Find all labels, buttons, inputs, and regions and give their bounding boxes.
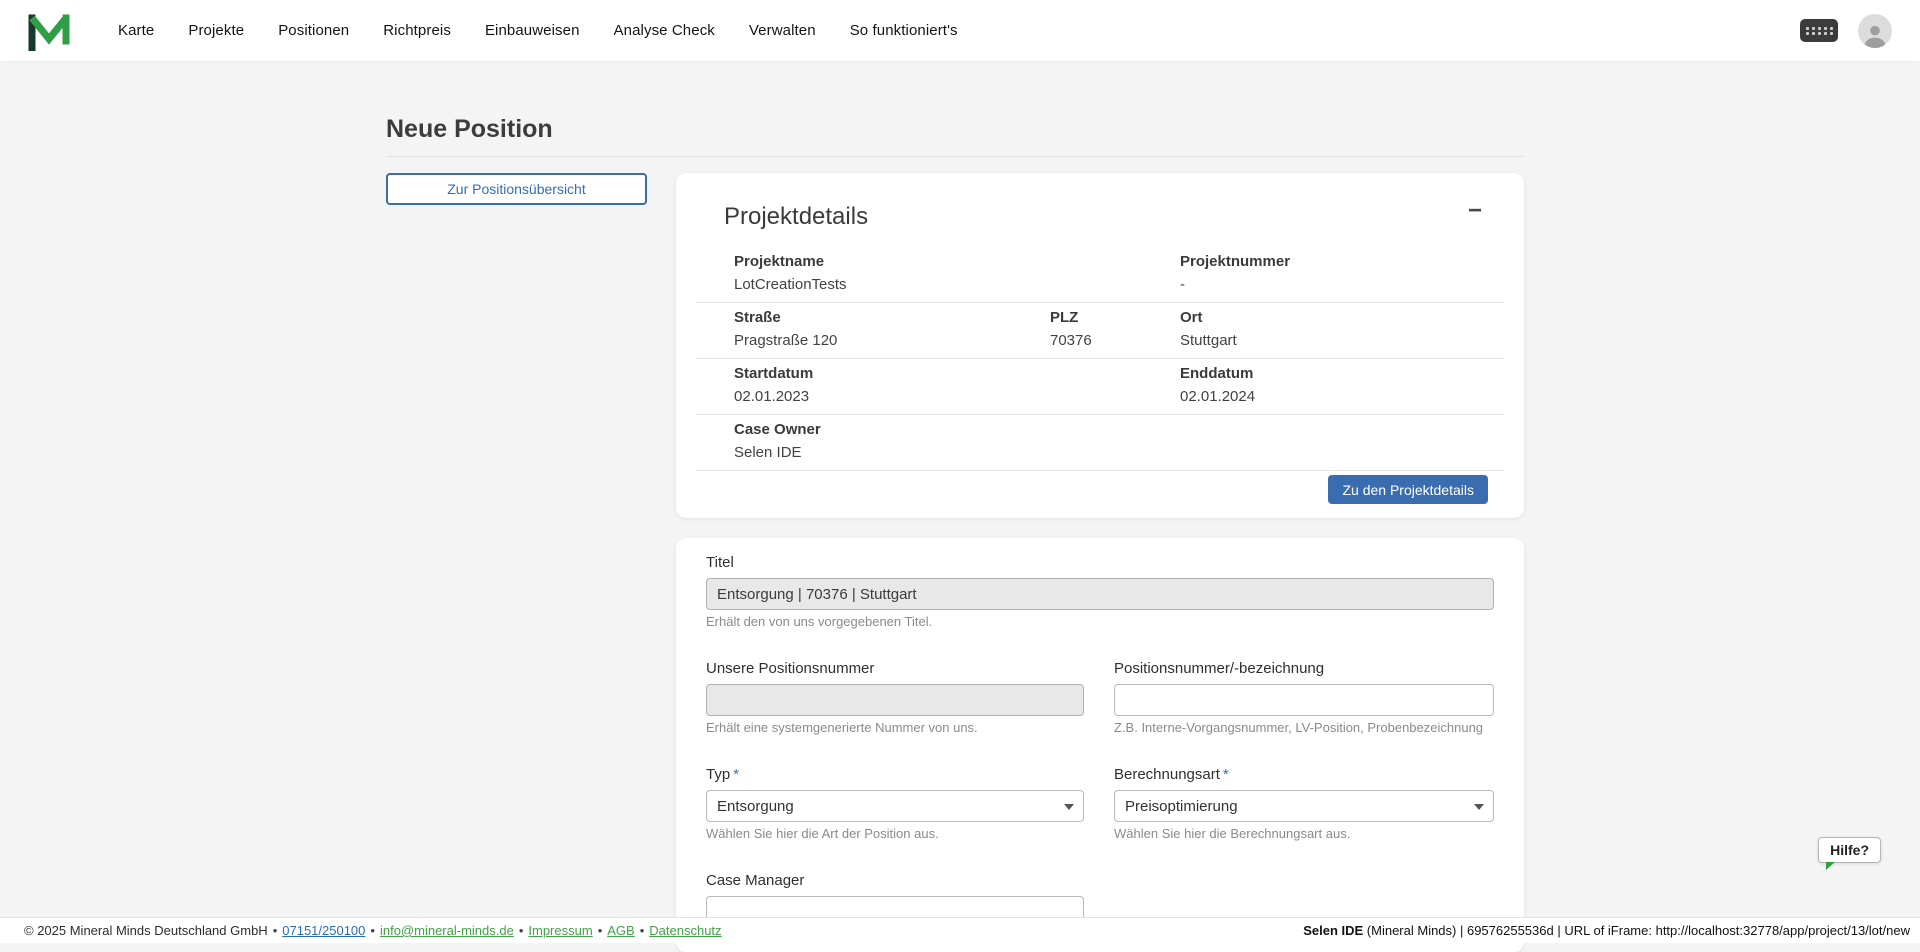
berechnungsart-select-value: Preisoptimierung [1125, 798, 1238, 815]
berechnungsart-select[interactable]: Preisoptimierung [1114, 790, 1494, 822]
table-row: Startdatum 02.01.2023 Enddatum 02.01.202… [696, 359, 1504, 415]
agb-link[interactable]: AGB [607, 923, 634, 938]
titel-input [706, 578, 1494, 610]
nav-item-projekte[interactable]: Projekte [188, 22, 244, 39]
phone-link[interactable]: 07151/250100 [282, 923, 365, 938]
table-row: Case Owner Selen IDE [696, 415, 1504, 471]
field-label: Enddatum [1180, 365, 1504, 383]
keyboard-icon[interactable] [1800, 19, 1838, 42]
help-label: Hilfe? [1830, 842, 1869, 858]
unsere-positionsnummer-helper: Erhält eine systemgenerierte Nummer von … [706, 720, 1084, 736]
nav-item-positionen[interactable]: Positionen [278, 22, 349, 39]
copyright-text: © 2025 Mineral Minds Deutschland GmbH [24, 923, 268, 938]
field-value: - [1180, 275, 1504, 294]
main-nav: Karte Projekte Positionen Richtpreis Ein… [118, 22, 958, 39]
field-label: Startdatum [734, 365, 1050, 383]
page-content: Neue Position Zur Positionsübersicht Pro… [386, 61, 1524, 952]
chevron-down-icon [1064, 804, 1074, 810]
chevron-down-icon [1474, 804, 1484, 810]
field-value: Stuttgart [1180, 331, 1504, 350]
unsere-positionsnummer-label: Unsere Positionsnummer [706, 660, 1084, 678]
nav-item-so-funktionierts[interactable]: So funktioniert's [850, 22, 958, 39]
field-ort: Ort Stuttgart [1180, 309, 1504, 350]
field-plz: PLZ 70376 [1050, 309, 1180, 350]
header-actions [1800, 14, 1892, 48]
typ-helper: Wählen Sie hier die Art der Position aus… [706, 826, 1084, 842]
nav-item-richtpreis[interactable]: Richtpreis [383, 22, 451, 39]
separator-dot: • [519, 923, 524, 938]
back-to-positions-button[interactable]: Zur Positionsübersicht [386, 173, 647, 205]
go-to-project-details-button[interactable]: Zu den Projektdetails [1328, 475, 1488, 504]
field-label: Case Owner [734, 421, 1050, 439]
nav-item-einbauweisen[interactable]: Einbauweisen [485, 22, 580, 39]
field-projektname: Projektname LotCreationTests [734, 253, 1050, 294]
field-label: Projektnummer [1180, 253, 1504, 271]
field-value: Selen IDE [734, 443, 1050, 462]
page-title: Neue Position [386, 115, 1524, 144]
datenschutz-link[interactable]: Datenschutz [649, 923, 721, 938]
field-value: 70376 [1050, 331, 1180, 350]
field-startdatum: Startdatum 02.01.2023 [734, 365, 1050, 406]
unsere-positionsnummer-input [706, 684, 1084, 716]
nav-item-analyse-check[interactable]: Analyse Check [614, 22, 715, 39]
cards-column: Projektdetails − Projektname LotCreation… [676, 173, 1524, 952]
berechnungsart-label: Berechnungsart* [1114, 766, 1494, 784]
help-bubble-tail [1826, 862, 1835, 870]
user-avatar-icon[interactable] [1858, 14, 1892, 48]
titel-helper: Erhält den von uns vorgegebenen Titel. [706, 614, 1494, 630]
field-value: 02.01.2024 [1180, 387, 1504, 406]
nav-item-karte[interactable]: Karte [118, 22, 154, 39]
top-navigation-bar: Karte Projekte Positionen Richtpreis Ein… [0, 0, 1920, 61]
field-label: Projektname [734, 253, 1050, 271]
field-label: PLZ [1050, 309, 1180, 327]
help-button[interactable]: Hilfe? [1818, 837, 1881, 863]
required-asterisk: * [733, 766, 739, 783]
typ-label: Typ* [706, 766, 1084, 784]
title-divider [386, 156, 1524, 157]
berechnungsart-field: Berechnungsart* Preisoptimierung Wählen … [1114, 766, 1494, 842]
nav-item-verwalten[interactable]: Verwalten [749, 22, 816, 39]
left-column: Zur Positionsübersicht [386, 173, 647, 205]
field-strasse: Straße Pragstraße 120 [734, 309, 1050, 350]
session-info: Selen IDE (Mineral Minds) | 69576255536d… [1303, 923, 1910, 938]
positionsnummer-label: Positionsnummer/-bezeichnung [1114, 660, 1494, 678]
email-link[interactable]: info@mineral-minds.de [380, 923, 514, 938]
separator-dot: • [273, 923, 278, 938]
table-row: Straße Pragstraße 120 PLZ 70376 Ort Stut… [696, 303, 1504, 359]
field-case-owner: Case Owner Selen IDE [734, 421, 1050, 462]
unsere-positionsnummer-field: Unsere Positionsnummer Erhält eine syste… [706, 660, 1084, 736]
positionsnummer-field: Positionsnummer/-bezeichnung Z.B. Intern… [1114, 660, 1494, 736]
separator-dot: • [640, 923, 645, 938]
field-projektnummer: Projektnummer - [1180, 253, 1504, 294]
field-label: Straße [734, 309, 1050, 327]
project-details-card: Projektdetails − Projektname LotCreation… [676, 173, 1524, 518]
positionsnummer-input[interactable] [1114, 684, 1494, 716]
mineral-minds-logo[interactable] [26, 10, 72, 52]
project-details-title: Projektdetails [724, 203, 1524, 231]
berechnungsart-helper: Wählen Sie hier die Berechnungsart aus. [1114, 826, 1494, 842]
separator-dot: • [370, 923, 375, 938]
impressum-link[interactable]: Impressum [528, 923, 592, 938]
typ-select-value: Entsorgung [717, 798, 794, 815]
session-detail: (Mineral Minds) | 69576255536d | URL of … [1363, 923, 1910, 938]
footer-left: © 2025 Mineral Minds Deutschland GmbH • … [24, 923, 722, 938]
field-label: Ort [1180, 309, 1504, 327]
footer: © 2025 Mineral Minds Deutschland GmbH • … [0, 917, 1920, 943]
field-value: LotCreationTests [734, 275, 1050, 294]
session-user: Selen IDE [1303, 923, 1363, 938]
typ-field: Typ* Entsorgung Wählen Sie hier die Art … [706, 766, 1084, 842]
separator-dot: • [598, 923, 603, 938]
collapse-icon[interactable]: − [1468, 199, 1482, 223]
field-enddatum: Enddatum 02.01.2024 [1180, 365, 1504, 406]
field-value: Pragstraße 120 [734, 331, 1050, 350]
positionsnummer-helper: Z.B. Interne-Vorgangsnummer, LV-Position… [1114, 720, 1494, 736]
typ-select[interactable]: Entsorgung [706, 790, 1084, 822]
field-value: 02.01.2023 [734, 387, 1050, 406]
titel-label: Titel [706, 554, 1494, 572]
table-row: Projektname LotCreationTests Projektnumm… [696, 247, 1504, 303]
new-position-form-card: Titel Erhält den von uns vorgegebenen Ti… [676, 538, 1524, 952]
case-manager-label: Case Manager [706, 872, 1084, 890]
required-asterisk: * [1223, 766, 1229, 783]
project-details-table: Projektname LotCreationTests Projektnumm… [696, 247, 1504, 471]
